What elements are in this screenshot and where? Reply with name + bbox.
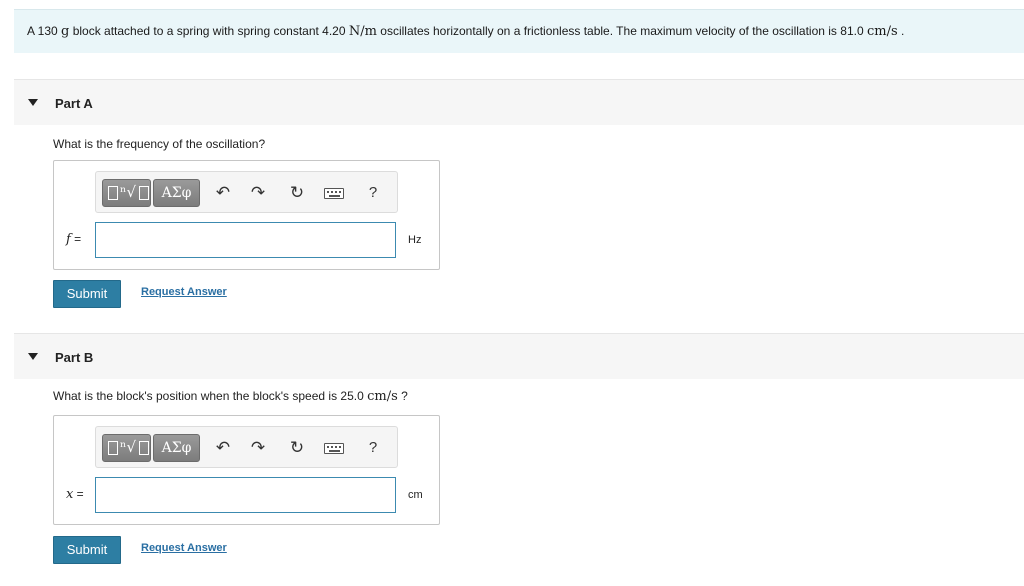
- problem-text: .: [897, 24, 905, 38]
- templates-icon: [108, 441, 118, 455]
- part-a-question: What is the frequency of the oscillation…: [53, 137, 265, 152]
- templates-button[interactable]: ⁿ√: [102, 179, 151, 207]
- request-answer-link[interactable]: Request Answer: [141, 542, 227, 554]
- problem-statement: A 130 g block attached to a spring with …: [14, 9, 1024, 53]
- part-a-answer-box: ⁿ√ ΑΣφ ↶ ↷ ↻ ? f = Hz: [53, 160, 440, 270]
- question-text: What is the block's position when the bl…: [53, 389, 368, 403]
- reset-icon[interactable]: ↻: [286, 182, 308, 204]
- part-b-answer-box: ⁿ√ ΑΣφ ↶ ↷ ↻ ? x = cm: [53, 415, 440, 525]
- question-text: ?: [397, 389, 408, 403]
- unit-label: Hz: [408, 234, 422, 246]
- equals-sign: =: [70, 232, 82, 246]
- part-a-header[interactable]: Part A: [14, 79, 1024, 125]
- sqrt-icon: ⁿ√: [120, 438, 137, 456]
- templates-button[interactable]: ⁿ√: [102, 434, 151, 462]
- help-button[interactable]: ?: [362, 437, 384, 459]
- part-a-title: Part A: [55, 96, 93, 111]
- greek-symbols-button[interactable]: ΑΣφ: [153, 434, 200, 462]
- problem-text: oscillates horizontally on a frictionles…: [376, 24, 867, 38]
- problem-text: block attached to a spring with spring c…: [69, 24, 349, 38]
- redo-icon[interactable]: ↷: [247, 437, 269, 459]
- math-toolbar: ⁿ√ ΑΣφ ↶ ↷ ↻ ?: [95, 426, 398, 468]
- answer-input[interactable]: [95, 222, 396, 258]
- redo-icon[interactable]: ↷: [247, 182, 269, 204]
- box-icon: [139, 441, 149, 455]
- sqrt-icon: ⁿ√: [120, 183, 137, 201]
- caret-down-icon[interactable]: [28, 353, 38, 360]
- templates-icon: [108, 186, 118, 200]
- unit-label: cm: [408, 489, 423, 501]
- keyboard-icon[interactable]: [323, 182, 345, 204]
- undo-icon[interactable]: ↶: [212, 437, 234, 459]
- variable-label: f =: [66, 232, 81, 247]
- spring-constant-unit: N/m: [348, 24, 377, 39]
- box-icon: [139, 186, 149, 200]
- request-answer-link[interactable]: Request Answer: [141, 286, 227, 298]
- help-button[interactable]: ?: [362, 182, 384, 204]
- question-text: What is the frequency of the oscillation…: [53, 137, 266, 151]
- caret-down-icon[interactable]: [28, 99, 38, 106]
- part-b-header[interactable]: Part B: [14, 333, 1024, 379]
- submit-button[interactable]: Submit: [53, 280, 121, 308]
- variable-label: x =: [66, 487, 84, 502]
- undo-icon[interactable]: ↶: [212, 182, 234, 204]
- problem-text: A 130: [27, 24, 62, 38]
- submit-button[interactable]: Submit: [53, 536, 121, 564]
- keyboard-icon[interactable]: [323, 437, 345, 459]
- part-b-question: What is the block's position when the bl…: [53, 389, 408, 404]
- answer-input[interactable]: [95, 477, 396, 513]
- reset-icon[interactable]: ↻: [286, 437, 308, 459]
- part-b-title: Part B: [55, 350, 94, 365]
- question-unit: cm/s: [367, 389, 398, 404]
- equals-sign: =: [73, 487, 84, 501]
- velocity-unit: cm/s: [866, 24, 898, 39]
- math-toolbar: ⁿ√ ΑΣφ ↶ ↷ ↻ ?: [95, 171, 398, 213]
- greek-symbols-button[interactable]: ΑΣφ: [153, 179, 200, 207]
